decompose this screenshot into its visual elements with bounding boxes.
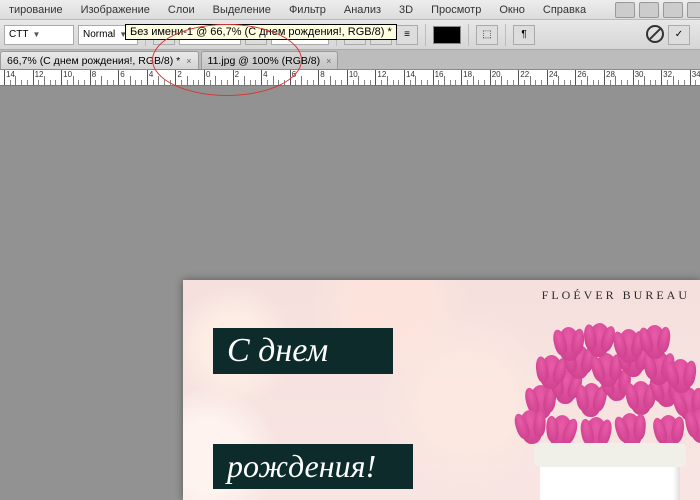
font-family-dropdown[interactable]: CTT▼ [4, 25, 74, 45]
ruler-label: 4 [149, 70, 153, 79]
doc-tab-1[interactable]: 66,7% (С днем рождения!, RGB/8) * × [0, 51, 199, 69]
document-tooltip: Без имени-1 @ 66,7% (С днем рождения!, R… [125, 24, 397, 40]
menu-window[interactable]: Окно [490, 4, 534, 16]
ruler-label: 10 [63, 70, 72, 79]
flower-bouquet [500, 315, 700, 500]
brand-text: FLOÉVER BUREAU [542, 288, 700, 303]
menu-edit[interactable]: тирование [0, 4, 72, 16]
text-layer-1[interactable]: С днем [213, 328, 393, 374]
ruler-label: 26 [577, 70, 586, 79]
menu-select[interactable]: Выделение [204, 4, 280, 16]
cancel-icon[interactable] [646, 25, 664, 43]
ruler-label: 0 [206, 70, 210, 79]
ruler-label: 10 [349, 70, 358, 79]
horizontal-ruler[interactable]: 1412108642024681012141618202224262830323… [0, 70, 700, 86]
ruler-label: 6 [120, 70, 124, 79]
document-tab-bar: 66,7% (С днем рождения!, RGB/8) * × 11.j… [0, 50, 700, 70]
ruler-label: 2 [235, 70, 239, 79]
screen-mode-icon[interactable] [687, 2, 700, 18]
doc-tab-2[interactable]: 11.jpg @ 100% (RGB/8) × [201, 51, 339, 69]
ruler-label: 34 [692, 70, 700, 79]
menu-bar: тирование Изображение Слои Выделение Фил… [0, 0, 700, 20]
ruler-label: 30 [635, 70, 644, 79]
menu-3d[interactable]: 3D [390, 4, 422, 16]
doc-tab-label: 66,7% (С днем рождения!, RGB/8) * [7, 55, 180, 67]
doc-tab-label: 11.jpg @ 100% (RGB/8) [208, 55, 321, 67]
menu-view[interactable]: Просмотр [422, 4, 490, 16]
arrange-docs-icon[interactable] [663, 2, 683, 18]
canvas-area[interactable]: FLOÉVER BUREAU С днем рождения! [0, 86, 700, 500]
commit-icon[interactable]: ✓ [668, 25, 690, 45]
ruler-label: 20 [492, 70, 501, 79]
menu-image[interactable]: Изображение [72, 4, 159, 16]
vase [540, 455, 680, 500]
character-panel-icon[interactable]: ¶ [513, 25, 535, 45]
warp-text-icon[interactable]: ⬚ [476, 25, 498, 45]
ruler-label: 18 [463, 70, 472, 79]
ruler-label: 2 [177, 70, 181, 79]
ruler-label: 14 [6, 70, 15, 79]
document-canvas[interactable]: FLOÉVER BUREAU С днем рождения! [183, 280, 700, 500]
menu-analysis[interactable]: Анализ [335, 4, 390, 16]
ruler-label: 14 [406, 70, 415, 79]
text-layer-2[interactable]: рождения! [213, 444, 413, 489]
ruler-label: 28 [606, 70, 615, 79]
align-right-icon[interactable]: ≡ [396, 25, 418, 45]
ruler-label: 32 [663, 70, 672, 79]
view-extras-icon[interactable] [639, 2, 659, 18]
close-icon[interactable]: × [186, 56, 191, 66]
ruler-label: 12 [377, 70, 386, 79]
ruler-label: 8 [320, 70, 324, 79]
close-icon[interactable]: × [326, 56, 331, 66]
menu-layers[interactable]: Слои [159, 4, 204, 16]
ruler-label: 4 [263, 70, 267, 79]
ruler-label: 8 [92, 70, 96, 79]
launch-bridge-icon[interactable] [615, 2, 635, 18]
ruler-label: 24 [549, 70, 558, 79]
ruler-label: 22 [520, 70, 529, 79]
ruler-label: 16 [435, 70, 444, 79]
menu-filter[interactable]: Фильтр [280, 4, 335, 16]
text-color-swatch[interactable] [433, 26, 461, 44]
ruler-label: 12 [35, 70, 44, 79]
ruler-label: 6 [292, 70, 296, 79]
menu-help[interactable]: Справка [534, 4, 595, 16]
